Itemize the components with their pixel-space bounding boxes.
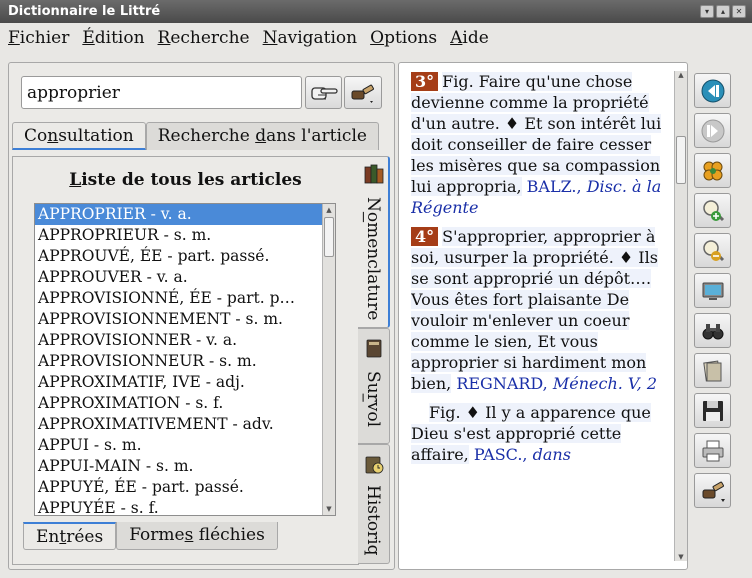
save-button[interactable] xyxy=(694,393,731,428)
tab-recherche-article[interactable]: Recherche dans l'article xyxy=(145,122,379,150)
article-paragraph: 3° Fig. Faire qu'une chose devienne comme… xyxy=(411,72,662,217)
sense-number: 3° xyxy=(411,72,439,91)
menu-navigation[interactable]: Navigation xyxy=(263,24,358,52)
scroll-up-icon[interactable]: ▲ xyxy=(323,204,335,216)
list-item[interactable]: APPROUVER - v. a. xyxy=(35,267,335,288)
list-item[interactable]: APPUI - s. m. xyxy=(35,435,335,456)
zoom-out-icon xyxy=(702,239,724,261)
back-arrow-icon xyxy=(701,79,724,102)
list-item[interactable]: APPROXIMATION - s. f. xyxy=(35,393,335,414)
article-scrollbar[interactable]: ▲ ▼ xyxy=(674,71,687,561)
scroll-up-icon[interactable]: ▲ xyxy=(675,71,687,79)
tab-historique[interactable]: Historiq xyxy=(358,444,390,564)
printer-icon xyxy=(702,440,723,461)
list-item[interactable]: APPROXIMATIF, IVE - adj. xyxy=(35,372,335,393)
list-item[interactable]: APPUI-MAIN - s. m. xyxy=(35,456,335,477)
find-button[interactable] xyxy=(694,313,731,348)
list-scrollbar[interactable]: ▲ ▼ xyxy=(322,204,335,515)
list-item[interactable]: APPROVISIONNEMENT - s. m. xyxy=(35,309,335,330)
monitor-icon xyxy=(702,282,723,300)
minimize-button[interactable]: ▾ xyxy=(700,5,714,18)
pointing-hand-icon xyxy=(310,86,338,100)
window-title: Dictionnaire le Littré xyxy=(8,4,161,19)
left-panel: approprier Consultation Recherche dans l… xyxy=(8,62,395,570)
pages-button[interactable] xyxy=(694,353,731,388)
menu-options[interactable]: Options xyxy=(370,24,437,52)
clover-icon xyxy=(703,161,722,180)
list-item[interactable]: APPROUVÉ, ÉE - part. passé. xyxy=(35,246,335,267)
list-item[interactable]: APPROVISIONNÉ, ÉE - part. p… xyxy=(35,288,335,309)
books-icon xyxy=(364,164,384,184)
tab-entrees[interactable]: Entrées xyxy=(23,522,117,550)
article-paragraph: 4° S'approprier, approprier à soi, usurpe… xyxy=(411,227,658,393)
binoculars-icon xyxy=(702,323,723,339)
back-button[interactable] xyxy=(694,73,731,108)
citation-reference[interactable]: PASC., dans xyxy=(474,445,571,464)
article-scroll-thumb[interactable] xyxy=(676,136,686,184)
article-panel: 3° Fig. Faire qu'une chose devienne comme… xyxy=(398,62,688,570)
book-icon xyxy=(366,339,382,358)
list-item[interactable]: APPROPRIER - v. a. xyxy=(35,204,335,225)
zoom-in-button[interactable] xyxy=(694,193,731,228)
forward-arrow-icon xyxy=(701,119,724,142)
list-item[interactable]: APPROPRIEUR - s. m. xyxy=(35,225,335,246)
zoom-in-icon xyxy=(702,199,724,221)
floppy-disk-icon xyxy=(702,400,723,421)
tools-menu-button[interactable] xyxy=(694,473,731,508)
list-scroll-thumb[interactable] xyxy=(324,217,334,257)
tab-nomenclature[interactable]: Nomenclature xyxy=(358,156,390,328)
papers-icon xyxy=(702,360,721,381)
print-button[interactable] xyxy=(694,433,731,468)
maximize-button[interactable]: ▴ xyxy=(716,5,730,18)
list-item[interactable]: APPROVISIONNER - v. a. xyxy=(35,330,335,351)
citation-reference[interactable]: REGNARD, Ménech. V, 2 xyxy=(456,374,657,393)
list-title: Liste de tous les articles xyxy=(69,170,302,190)
tab-consultation[interactable]: Consultation xyxy=(12,122,146,150)
menu-recherche[interactable]: Recherche xyxy=(158,24,250,52)
random-article-button[interactable] xyxy=(694,153,731,188)
clock-book-icon xyxy=(365,456,384,474)
scroll-down-icon[interactable]: ▼ xyxy=(323,503,335,515)
menu-edition[interactable]: Édition xyxy=(82,24,144,52)
list-item[interactable]: APPROVISIONNEUR - s. m. xyxy=(35,351,335,372)
search-options-button[interactable] xyxy=(344,76,382,109)
list-item[interactable]: APPROXIMATIVEMENT - adv. xyxy=(35,414,335,435)
tab-survol[interactable]: Survol xyxy=(358,328,390,444)
window-titlebar: Dictionnaire le Littré ▾ ▴ ✕ xyxy=(0,0,752,23)
close-button[interactable]: ✕ xyxy=(732,5,746,18)
list-item[interactable]: APPUYÉE - s. f. xyxy=(35,498,335,515)
search-go-button[interactable] xyxy=(305,76,342,109)
menu-fichier[interactable]: Fichier xyxy=(8,24,69,52)
article-paragraph: Fig. ♦ Il y a apparence que Dieu s'est a… xyxy=(411,403,651,464)
articles-list[interactable]: APPROPRIER - v. a. APPROPRIEUR - s. m. A… xyxy=(34,203,336,516)
scroll-down-icon[interactable]: ▼ xyxy=(675,553,687,561)
list-item[interactable]: APPUYÉ, ÉE - part. passé. xyxy=(35,477,335,498)
article-content: 3° Fig. Faire qu'une chose devienne comme… xyxy=(411,71,673,561)
sense-number: 4° xyxy=(411,227,439,246)
menu-aide[interactable]: Aide xyxy=(450,24,489,52)
tab-formes-flechies[interactable]: Formes fléchies xyxy=(116,522,278,550)
brush-icon xyxy=(702,481,725,502)
zoom-out-button[interactable] xyxy=(694,233,731,268)
search-input[interactable]: approprier xyxy=(21,76,302,109)
brush-icon xyxy=(351,84,374,103)
display-button[interactable] xyxy=(694,273,731,308)
menu-bar: Fichier Édition Recherche Navigation Opt… xyxy=(0,24,752,52)
nomenclature-pane: Liste de tous les articles APPROPRIER - … xyxy=(12,156,359,565)
forward-button[interactable] xyxy=(694,113,731,148)
